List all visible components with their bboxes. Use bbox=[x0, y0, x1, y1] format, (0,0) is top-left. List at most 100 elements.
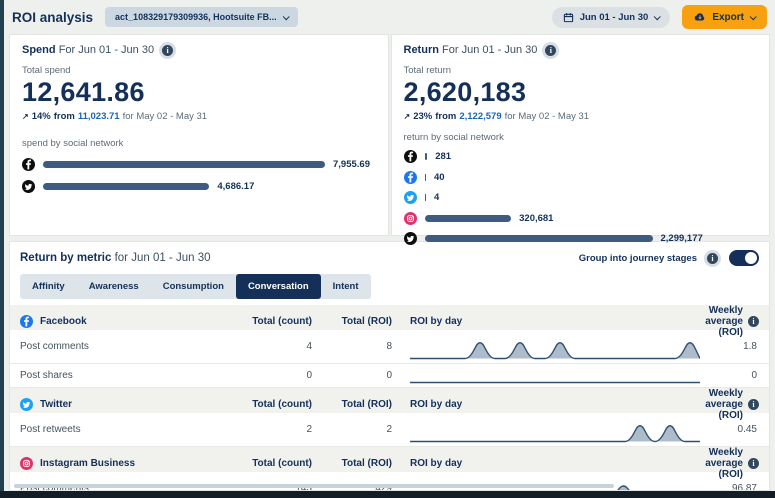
facebook-blue-icon bbox=[20, 315, 33, 328]
info-icon[interactable]: i bbox=[748, 316, 759, 327]
metric-row-post-shares: Post shares000 bbox=[10, 364, 769, 388]
window-edge-left bbox=[0, 0, 4, 498]
top-bar: ROI analysis act_108329179309936, Hootsu… bbox=[4, 0, 775, 32]
spend-period: For Jun 01 - Jun 30 bbox=[59, 44, 154, 56]
info-icon[interactable]: i bbox=[748, 399, 759, 410]
facebook-bar-value: 40 bbox=[434, 172, 445, 183]
info-icon[interactable]: i bbox=[748, 458, 759, 469]
return-delta-pct: 23% bbox=[413, 111, 432, 122]
twitter-blue-icon bbox=[404, 191, 417, 204]
metrics-title: Return by metric for Jun 01 - Jun 30 bbox=[20, 252, 211, 264]
window-edge-bottom bbox=[0, 491, 775, 498]
spend-by-network-chart: 7,955.69 4,686.17 bbox=[22, 157, 376, 193]
twitter-value-bar bbox=[43, 183, 209, 190]
total-spend-value: 12,641.86 bbox=[22, 77, 376, 108]
metric-total-count: 2 bbox=[232, 424, 316, 435]
tab-intent[interactable]: Intent bbox=[321, 274, 371, 299]
twitter-dark-bar-value: 2,299,177 bbox=[661, 233, 703, 244]
return-delta: ↗ 23% from 2,122,579 for May 02 - May 31 bbox=[404, 111, 758, 122]
metric-row-post-retweets: Post retweets220.45 bbox=[10, 413, 769, 447]
spend-card: Spend For Jun 01 - Jun 30 i Total spend … bbox=[9, 34, 389, 236]
facebook-bar-value: 7,955.69 bbox=[333, 159, 370, 170]
column-header-total-count: Total (count) bbox=[232, 458, 316, 469]
metric-stage-tabs: AffinityAwarenessConsumptionConversation… bbox=[20, 274, 371, 299]
roi-analysis-page: ROI analysis act_108329179309936, Hootsu… bbox=[4, 0, 775, 491]
instagram-bar-row: 320,681 bbox=[404, 211, 758, 225]
metric-total-count: 4 bbox=[232, 341, 316, 352]
group-journey-stages-toggle[interactable] bbox=[729, 250, 759, 266]
toggle-knob bbox=[745, 252, 757, 264]
twitter-bar-value: 4 bbox=[434, 192, 439, 203]
journey-stage-toggle-zone: Group into journey stages i bbox=[579, 250, 759, 266]
account-selector-dropdown[interactable]: act_108329179309936, Hootsuite FB... bbox=[105, 7, 298, 27]
twitter-dark-icon bbox=[22, 180, 35, 193]
column-header-roi-by-day: ROI by day bbox=[396, 458, 704, 469]
metrics-period: for Jun 01 - Jun 30 bbox=[115, 252, 211, 264]
column-header-total-count: Total (count) bbox=[232, 399, 316, 410]
horizontal-scrollbar[interactable] bbox=[14, 484, 614, 488]
instagram-icon bbox=[404, 212, 417, 225]
metrics-title-text: Return by metric bbox=[20, 252, 111, 264]
trend-up-icon: ↗ bbox=[404, 112, 411, 121]
column-header-total-count: Total (count) bbox=[232, 316, 316, 327]
date-range-picker[interactable]: Jun 01 - Jun 30 bbox=[552, 7, 671, 28]
facebook-value-bar bbox=[43, 161, 325, 168]
export-button-label: Export bbox=[712, 12, 744, 23]
metric-total-roi: 0 bbox=[316, 370, 396, 381]
cloud-download-icon bbox=[694, 11, 706, 23]
column-header-total-roi: Total (ROI) bbox=[316, 399, 396, 410]
metric-row-post-comments: Post comments481.8 bbox=[10, 330, 769, 364]
facebook-page-bar-row: 281 bbox=[404, 150, 758, 164]
return-prev-value-link[interactable]: 2,122,579 bbox=[459, 111, 501, 122]
return-breakdown-label: return by social network bbox=[404, 132, 758, 143]
metric-name: Post comments bbox=[20, 341, 232, 352]
export-button[interactable]: Export bbox=[682, 5, 767, 29]
facebook-dark-icon bbox=[22, 158, 35, 171]
return-from-label: from bbox=[435, 111, 456, 122]
chevron-down-icon bbox=[750, 13, 757, 20]
return-period: For Jun 01 - Jun 30 bbox=[442, 44, 537, 56]
facebook-bar-row: 40 bbox=[404, 170, 758, 184]
twitter-bar-row: 4 bbox=[404, 191, 758, 205]
tab-consumption[interactable]: Consumption bbox=[151, 274, 236, 299]
facebook-value-bar bbox=[425, 174, 427, 181]
group-header-facebook: FacebookTotal (count)Total (ROI)ROI by d… bbox=[10, 305, 769, 330]
summary-cards: Spend For Jun 01 - Jun 30 i Total spend … bbox=[9, 34, 770, 236]
spend-from-label: from bbox=[54, 111, 75, 122]
spend-delta: ↗ 14% from 11,023.71 for May 02 - May 31 bbox=[22, 111, 376, 122]
account-selector-label: act_108329179309936, Hootsuite FB... bbox=[115, 12, 277, 22]
total-return-value: 2,620,183 bbox=[404, 77, 758, 108]
tab-affinity[interactable]: Affinity bbox=[20, 274, 77, 299]
metrics-table: FacebookTotal (count)Total (ROI)ROI by d… bbox=[10, 305, 769, 491]
twitter-bar-value: 4,686.17 bbox=[217, 181, 254, 192]
twitter-dark-value-bar bbox=[425, 235, 653, 242]
metric-weekly-average: 0.45 bbox=[704, 424, 759, 435]
facebook-page-value-bar bbox=[425, 153, 428, 160]
twitter-dark-bar-row: 2,299,177 bbox=[404, 232, 758, 246]
info-icon[interactable]: i bbox=[545, 45, 556, 56]
twitter-bar-row: 4,686.17 bbox=[22, 179, 376, 193]
calendar-icon bbox=[563, 12, 574, 23]
spend-delta-pct: 14% bbox=[32, 111, 51, 122]
column-header-total-roi: Total (ROI) bbox=[316, 458, 396, 469]
column-header-total-roi: Total (ROI) bbox=[316, 316, 396, 327]
group-network-name: Facebook bbox=[40, 316, 87, 327]
info-icon[interactable]: i bbox=[162, 45, 173, 56]
tab-conversation[interactable]: Conversation bbox=[236, 274, 321, 299]
facebook-dark-icon bbox=[404, 150, 417, 163]
twitter-blue-icon bbox=[20, 398, 33, 411]
column-header-weekly-average: Weekly average (ROI) bbox=[704, 447, 743, 480]
info-icon[interactable]: i bbox=[707, 253, 718, 264]
spend-prev-value-link[interactable]: 11,023.71 bbox=[78, 111, 120, 122]
chevron-down-icon bbox=[654, 13, 661, 20]
twitter-value-bar bbox=[425, 194, 427, 201]
metric-weekly-average: 0 bbox=[704, 370, 759, 381]
column-header-weekly-average: Weekly average (ROI) bbox=[704, 305, 743, 338]
metric-total-roi: 8 bbox=[316, 341, 396, 352]
roi-by-day-sparkline bbox=[396, 334, 704, 360]
tab-awareness[interactable]: Awareness bbox=[77, 274, 151, 299]
return-card: Return For Jun 01 - Jun 30 i Total retur… bbox=[391, 34, 771, 236]
metric-name: Post retweets bbox=[20, 424, 232, 435]
return-title: Return bbox=[404, 44, 439, 56]
column-header-weekly-average: Weekly average (ROI) bbox=[704, 388, 743, 421]
